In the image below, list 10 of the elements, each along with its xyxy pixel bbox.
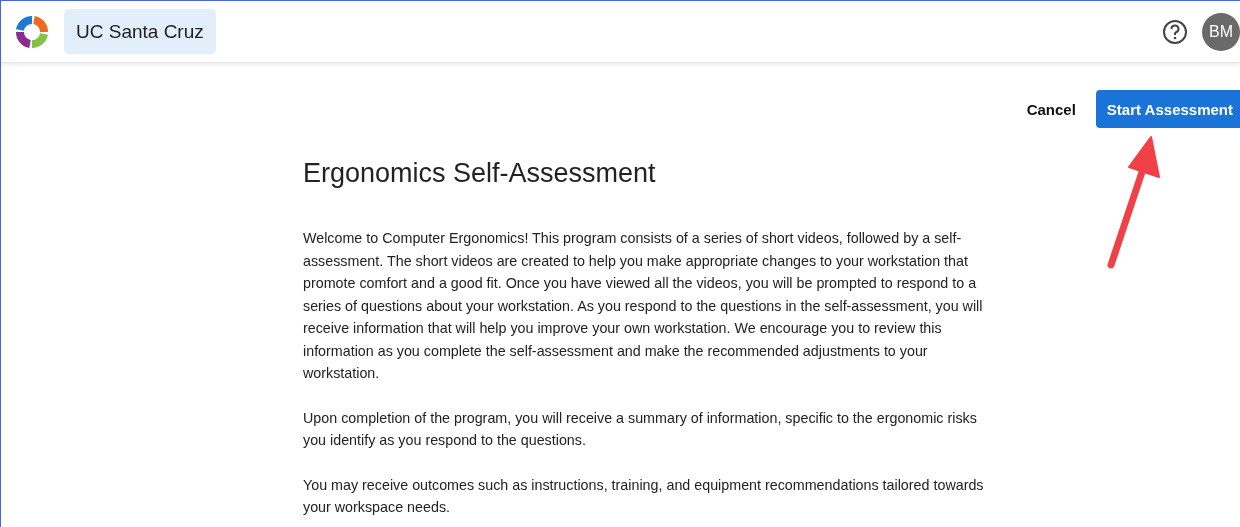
organization-button[interactable]: UC Santa Cruz bbox=[64, 9, 216, 54]
logo-icon bbox=[14, 13, 50, 50]
start-assessment-button[interactable]: Start Assessment bbox=[1095, 90, 1240, 128]
page-title: Ergonomics Self-Assessment bbox=[303, 158, 657, 189]
cancel-button[interactable]: Cancel bbox=[1024, 90, 1078, 128]
paragraph: Upon completion of the program, you will receive a summary of information, specific to the ergonomic risks you identify as you respond to the questions. bbox=[303, 408, 978, 450]
paragraph: You may receive outcomes such as instructions, training, and equipment recommendations tailored towards your workspace needs. bbox=[303, 475, 985, 517]
help-icon[interactable] bbox=[1162, 18, 1188, 45]
paragraph: Welcome to Computer Ergonomics! This program consists of a series of short videos, followed by a self-assessment. The short videos are created to help you make appropriate changes to your workstation that promote comfort and a good fit. Once you have viewed all the videos, you will be prompted to respond to a series of questions about your workstation. As you respond to the questions in the self-assessment, you will receive information that will help you improve your own workstation. We encourage you to review this information as you complete the self-assessment and make the recommended adjustments to your workstation. bbox=[303, 229, 984, 383]
user-avatar[interactable]: BM bbox=[1202, 12, 1240, 51]
